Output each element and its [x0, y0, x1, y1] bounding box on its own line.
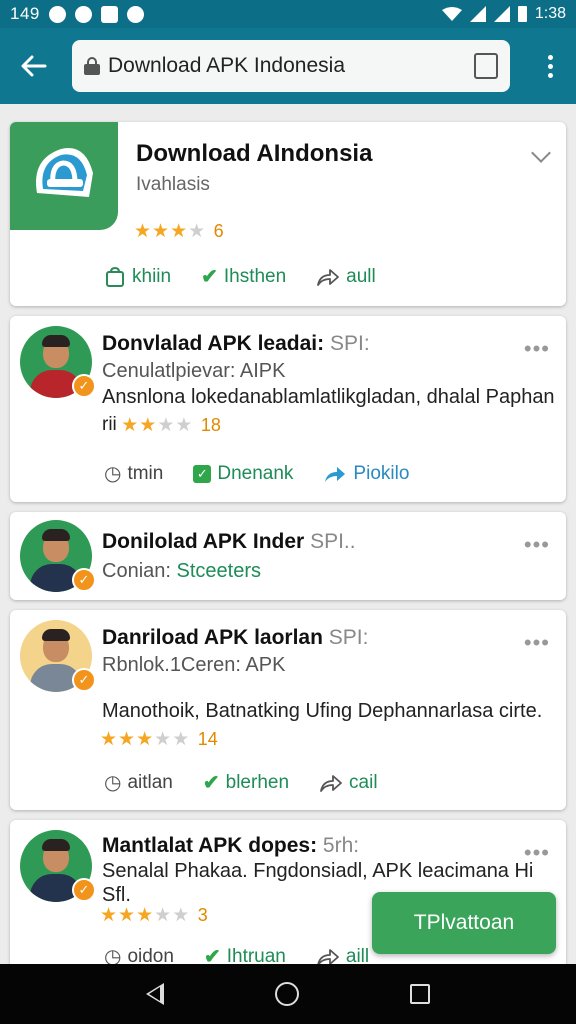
nav-recents-icon[interactable] [410, 984, 431, 1004]
rating-count: 6 [213, 221, 224, 241]
battery-icon [517, 6, 527, 22]
verified-badge-icon: ✓ [72, 668, 96, 692]
status-time: 1:38 [534, 5, 566, 22]
check-icon: ✔ [201, 266, 218, 288]
status-time-left: 149 [10, 4, 40, 23]
action-share[interactable]: aull [316, 266, 376, 288]
rating-count: 3 [197, 905, 208, 925]
card-title: Mantlalat APK dopes: 5rh: [102, 834, 360, 857]
action-piokilo[interactable]: Piokilo [323, 463, 409, 485]
more-options-icon[interactable]: ••• [524, 630, 550, 656]
featured-title: Download AIndonsia [136, 140, 373, 167]
card-title: Danriload APK laorlan SPI: [102, 626, 369, 649]
nav-back-icon[interactable] [145, 983, 164, 1005]
more-options-icon[interactable]: ••• [524, 532, 550, 558]
signal-icon-2 [493, 6, 510, 22]
verified-badge-icon: ✓ [72, 374, 96, 398]
signal-icon [469, 6, 486, 22]
checkbox-icon: ✓ [193, 464, 212, 483]
action-aitlan[interactable]: ◷ aitlan [104, 770, 173, 795]
rating-stars: ★ ★ ★ ★ [134, 221, 206, 242]
app-card[interactable]: ✓ Donvlalad APK leadai: SPI: ••• Cenulat… [10, 316, 566, 502]
card-rating: ★ ★ ★ ★ ★ 3 [100, 904, 208, 927]
app-card[interactable]: ✓ Danriload APK laorlan SPI: ••• Rbnlok.… [10, 610, 566, 810]
bag-icon [106, 266, 124, 287]
avatar: ✓ [20, 830, 96, 902]
message-icon [100, 5, 118, 23]
browser-toolbar: Download APK Indonesia [0, 28, 576, 104]
rating-stars: ★ ★ ★ ★ ★ [100, 905, 190, 926]
action-ihsthen[interactable]: ✔ Ihsthen [201, 264, 286, 289]
share-icon [320, 774, 342, 792]
tab-switcher-button[interactable] [474, 53, 498, 79]
share-icon [325, 466, 346, 482]
notification-icon [48, 5, 66, 23]
app-icon [10, 122, 118, 230]
chevron-down-icon[interactable] [531, 143, 551, 163]
action-tmin[interactable]: ◷ tmin [104, 461, 163, 486]
card-rating: ★ ★ ★ ★ ★ 14 [100, 728, 218, 751]
status-bar: 149 1:38 [0, 0, 576, 28]
floating-action-button[interactable]: TPlvattoan [372, 892, 556, 954]
card-actions: ◷ aitlan ✔ blerhen cail [104, 770, 408, 795]
card-line1: Rbnlok.1Ceren: APK [102, 654, 286, 676]
system-nav-bar [0, 964, 576, 1024]
card-title: Donvlalad APK leadai: SPI: [102, 332, 370, 355]
more-options-icon[interactable]: ••• [524, 336, 550, 362]
featured-actions: khiin ✔ Ihsthen aull [104, 264, 406, 289]
url-text: Download APK Indonesia [108, 54, 345, 77]
lock-icon [84, 57, 100, 75]
avatar: ✓ [20, 520, 96, 592]
verified-badge-icon: ✓ [72, 878, 96, 902]
avatar: ✓ [20, 620, 96, 692]
app-card[interactable]: ✓ Donilolad APK Inder SPI.. ••• Conian: … [10, 512, 566, 600]
rating-count: 18 [200, 415, 221, 436]
app-notification-icon [126, 5, 144, 23]
overflow-menu-button[interactable] [538, 46, 562, 86]
back-button[interactable] [14, 46, 54, 86]
card-title: Donilolad APK Inder SPI.. [102, 530, 356, 553]
check-icon: ✔ [202, 772, 220, 794]
share-icon [317, 268, 340, 286]
url-bar[interactable]: Download APK Indonesia [72, 40, 510, 92]
action-blerhen[interactable]: ✔ blerhen [203, 770, 289, 795]
action-dnenank[interactable]: ✓ Dnenank [193, 463, 293, 485]
app-logo-icon [36, 148, 93, 197]
featured-subtitle: Ivahlasis [136, 174, 210, 195]
avatar: ✓ [20, 326, 96, 398]
card-line2: Manothoik, Batnatking Ufing Dephannarlas… [102, 700, 543, 722]
card-actions: ◷ tmin ✓ Dnenank Piokilo [104, 461, 439, 486]
clock-icon: ◷ [104, 463, 122, 485]
card-line1: Cenulatlpievar: AIPK [102, 360, 286, 382]
featured-app-card[interactable]: Download AIndonsia Ivahlasis ★ ★ ★ ★ 6 khii… [10, 122, 566, 306]
nav-home-icon[interactable] [274, 982, 299, 1006]
rating-stars: ★ ★ ★ ★ [121, 415, 193, 437]
card-line1: Senalal Phakaa. Fngdonsiadl, APK leacima… [102, 860, 534, 882]
clock-icon: ◷ [104, 772, 122, 794]
verified-badge-icon: ✓ [72, 568, 96, 592]
rating-stars: ★ ★ ★ ★ ★ [100, 729, 190, 750]
card-rating: rii ★ ★ ★ ★ 18 [102, 414, 221, 437]
card-line1: Conian: Stceeters [102, 560, 261, 582]
clock-icon [74, 5, 92, 23]
action-khiin[interactable]: khiin [104, 266, 171, 288]
wifi-icon [441, 7, 462, 21]
rating-count: 14 [197, 729, 218, 749]
action-share[interactable]: cail [319, 772, 378, 794]
card-line2: Ansnlona lokedanablamlatlikgladan, dhala… [102, 386, 555, 408]
arrow-left-icon [21, 55, 47, 77]
featured-rating: ★ ★ ★ ★ 6 [134, 220, 224, 243]
